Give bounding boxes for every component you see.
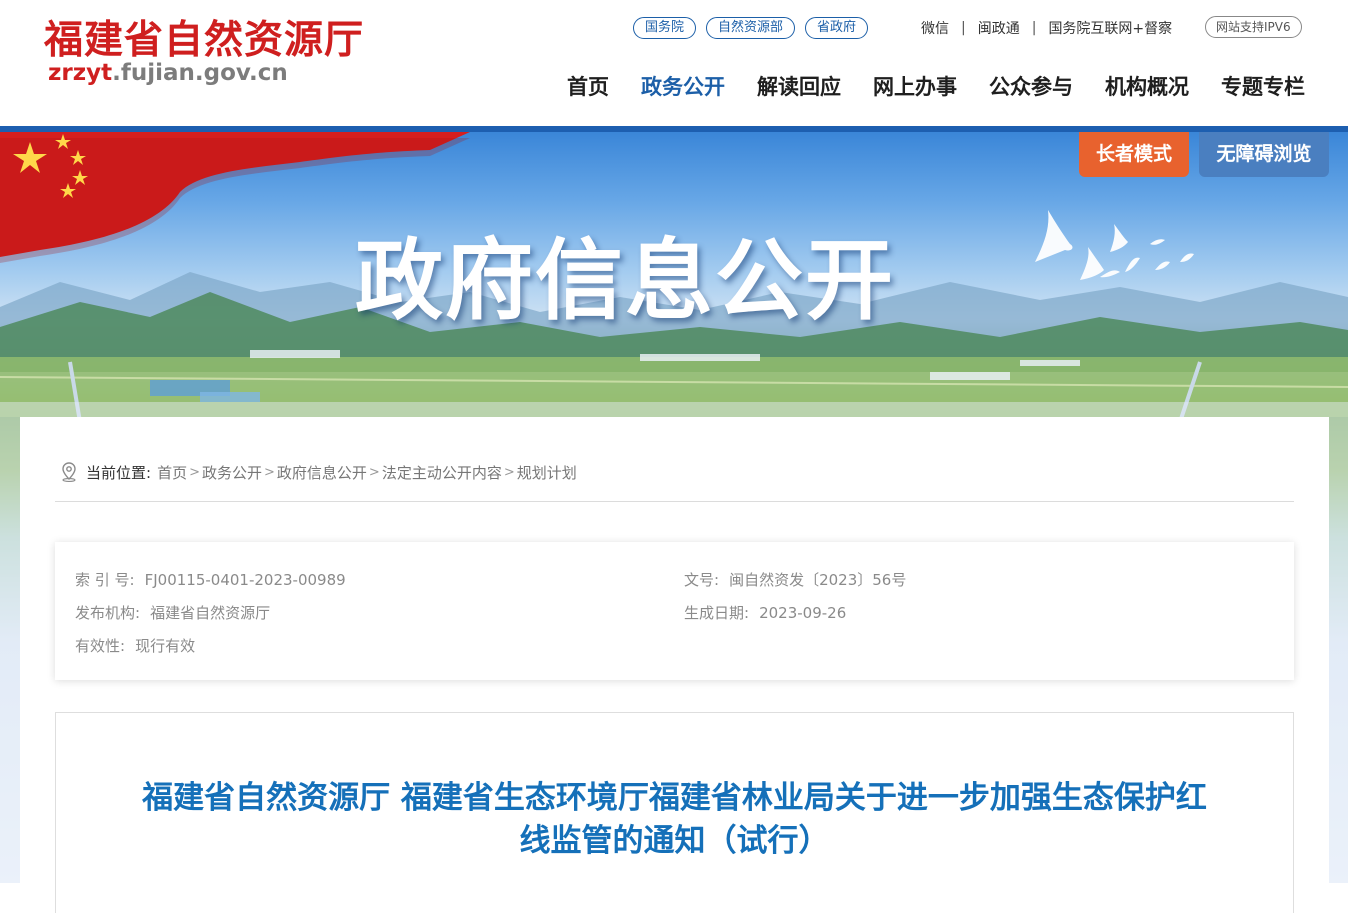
meta-date: 生成日期: 2023-09-26 [684,602,846,623]
main-nav: 首页 政务公开 解读回应 网上办事 公众参与 机构概况 专题专栏 [567,71,1305,101]
elder-mode-button[interactable]: 长者模式 [1079,132,1189,177]
nav-special-topics[interactable]: 专题专栏 [1221,71,1305,101]
breadcrumb-info-disclosure[interactable]: 政府信息公开 [277,462,367,483]
domain-prefix: zrzyt [48,60,113,86]
breadcrumb-separator: > [264,464,275,480]
meta-index: 索 引 号: FJ00115-0401-2023-00989 [75,569,346,590]
meta-validity-value: 现行有效 [135,637,196,655]
location-pin-icon [62,462,76,482]
meta-doc-number-label: 文号: [684,571,720,589]
document-title-line-1: 福建省自然资源厅 福建省生态环境厅福建省林业局关于进一步加强生态保护红 [142,780,1207,816]
meta-publisher-label: 发布机构: [75,604,141,622]
ipv6-badge: 网站支持IPV6 [1205,16,1302,38]
link-internet-supervision[interactable]: 国务院互联网+督察 [1048,18,1172,38]
document-title-line-2: 线监管的通知（试行） [519,823,830,859]
nav-online-services[interactable]: 网上办事 [873,71,957,101]
nav-home[interactable]: 首页 [567,71,609,101]
breadcrumb-separator: > [503,464,515,480]
meta-doc-number-value: 闽自然资发〔2023〕56号 [729,571,907,589]
link-provincial-government[interactable]: 省政府 [805,17,869,39]
meta-index-value: FJ00115-0401-2023-00989 [144,571,346,589]
content-panel: 当前位置: 首页 > 政务公开 > 政府信息公开 > 法定主动公开内容 > 规划… [20,417,1329,913]
breadcrumb-planning[interactable]: 规划计划 [517,462,577,483]
accessibility-button[interactable]: 无障碍浏览 [1199,132,1329,177]
top-text-links: 微信 | 闽政通 | 国务院互联网+督察 [921,17,1172,39]
document-metadata-box: 索 引 号: FJ00115-0401-2023-00989 文号: 闽自然资发〔2… [55,542,1294,680]
nav-organization[interactable]: 机构概况 [1105,71,1189,101]
meta-validity: 有效性: 现行有效 [75,635,195,656]
site-header: 福建省自然资源厅 zrzyt.fujian.gov.cn 国务院 自然资源部 省… [0,0,1348,126]
meta-date-label: 生成日期: [684,604,750,622]
breadcrumb-statutory-content[interactable]: 法定主动公开内容 [382,462,502,483]
nav-government-affairs[interactable]: 政务公开 [641,71,725,101]
breadcrumb-divider [55,501,1294,502]
top-pill-links: 国务院 自然资源部 省政府 [633,17,869,39]
meta-date-value: 2023-09-26 [759,604,847,622]
link-wechat[interactable]: 微信 [921,18,949,38]
domain-suffix: .fujian.gov.cn [112,60,288,86]
divider: | [961,20,966,36]
meta-publisher-value: 福建省自然资源厅 [150,604,271,622]
meta-validity-label: 有效性: [75,637,126,655]
banner-title: 政府信息公开 [355,229,896,332]
breadcrumb-government-affairs[interactable]: 政务公开 [202,462,262,483]
site-domain: zrzyt.fujian.gov.cn [48,60,288,86]
breadcrumb-label: 当前位置: [86,463,152,482]
link-ministry-natural-resources[interactable]: 自然资源部 [706,17,796,39]
breadcrumb-separator: > [368,464,380,480]
divider: | [1031,20,1037,36]
site-logo-title[interactable]: 福建省自然资源厅 [44,9,364,65]
nav-interpretation[interactable]: 解读回应 [757,71,841,101]
nav-public-participation[interactable]: 公众参与 [989,71,1073,101]
link-state-council[interactable]: 国务院 [633,17,697,39]
document-title: 福建省自然资源厅 福建省生态环境厅福建省林业局关于进一步加强生态保护红 线监管的… [56,777,1293,863]
meta-doc-number: 文号: 闽自然资发〔2023〕56号 [684,569,906,590]
meta-publisher: 发布机构: 福建省自然资源厅 [75,602,270,623]
meta-index-label: 索 引 号: [75,571,135,589]
breadcrumb: 当前位置: 首页 > 政务公开 > 政府信息公开 > 法定主动公开内容 > 规划… [60,461,577,483]
breadcrumb-separator: > [189,464,200,480]
breadcrumb-home[interactable]: 首页 [157,462,187,483]
link-minzhengtong[interactable]: 闽政通 [978,18,1020,38]
